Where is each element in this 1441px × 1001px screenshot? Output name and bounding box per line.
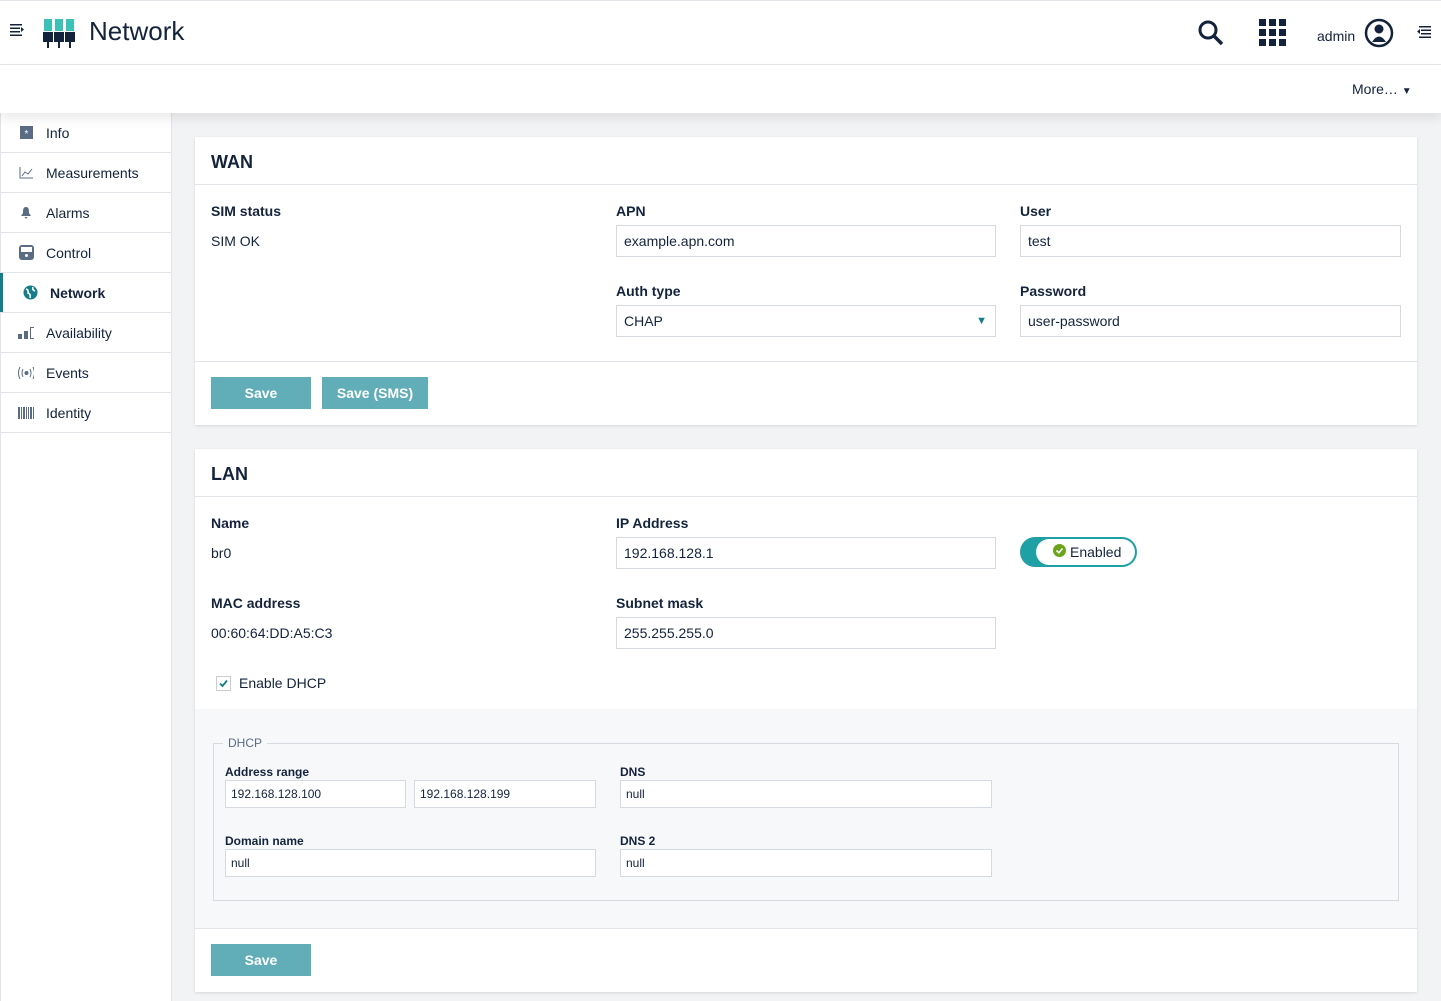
user-avatar-icon[interactable] (1364, 18, 1394, 51)
wan-card: WAN SIM status SIM OK APN example.apn.co… (195, 137, 1417, 425)
search-icon[interactable] (1197, 19, 1225, 50)
dhcp-fieldset (213, 743, 1399, 901)
enabled-label: Enabled (1070, 544, 1122, 560)
dns-label: DNS (620, 765, 646, 779)
sim-status-label: SIM status (211, 203, 282, 219)
right-drawer-icon[interactable] (1417, 25, 1431, 42)
sidebar-item-label: Availability (46, 324, 112, 341)
menu-toggle-icon[interactable] (10, 23, 24, 37)
page-title: Network (89, 16, 185, 46)
sidebar-item-events[interactable]: Events (1, 353, 171, 393)
apn-label: APN (616, 203, 646, 219)
lan-title: LAN (211, 464, 248, 484)
control-icon (18, 245, 34, 260)
divider (195, 184, 1417, 185)
user-input[interactable]: test (1020, 225, 1401, 257)
check-circle-icon (1053, 544, 1066, 560)
broadcast-icon (18, 366, 34, 379)
subnet-mask-label: Subnet mask (616, 595, 704, 611)
save-sms-button[interactable]: Save (SMS) (322, 377, 428, 409)
checkmark-icon (219, 679, 228, 688)
lan-save-button[interactable]: Save (211, 944, 311, 976)
sidebar-item-label: Identity (46, 404, 92, 421)
barcode-icon (18, 406, 34, 419)
password-label: Password (1020, 283, 1087, 299)
sidebar-item-label: Events (46, 364, 89, 381)
globe-icon (22, 285, 38, 300)
ip-address-input[interactable]: 192.168.128.1 (616, 537, 996, 569)
mac-address-label: MAC address (211, 595, 301, 611)
name-label: Name (211, 515, 250, 531)
caret-down-icon: ▼ (1401, 86, 1412, 97)
sidebar-item-control[interactable]: Control (1, 233, 171, 273)
more-label: More… (1352, 81, 1398, 97)
sidebar-item-availability[interactable]: Availability (1, 313, 171, 353)
dns2-label: DNS 2 (620, 834, 656, 848)
info-icon: * (18, 126, 34, 139)
divider (195, 496, 1417, 497)
lan-card: LAN Name br0 IP Address 192.168.128.1 En… (195, 449, 1417, 992)
enable-dhcp-checkbox[interactable] (216, 676, 231, 691)
sidebar-item-label: Alarms (46, 204, 90, 221)
sidebar-item-label: Control (46, 244, 92, 261)
auth-type-select[interactable]: CHAP ▼ (616, 305, 996, 337)
divider (195, 361, 1417, 362)
mac-address-value: 00:60:64:DD:A5:C3 (211, 625, 333, 641)
apn-input[interactable]: example.apn.com (616, 225, 996, 257)
name-value: br0 (211, 545, 232, 561)
top-bar: Network admin (0, 0, 1441, 65)
dhcp-section: DHCP Address range 192.168.128.100 192.1… (195, 709, 1417, 928)
network-logo-icon (42, 17, 76, 52)
wan-title: WAN (211, 152, 253, 172)
app-grid-icon[interactable] (1259, 19, 1286, 49)
user-name[interactable]: admin (1317, 28, 1355, 44)
sidebar-item-measurements[interactable]: Measurements (1, 153, 171, 193)
toggle-knob: Enabled (1036, 539, 1135, 565)
chart-icon (18, 166, 34, 179)
sim-status-value: SIM OK (211, 233, 261, 249)
domain-name-label: Domain name (225, 834, 304, 848)
sidebar-item-info[interactable]: * Info (1, 113, 171, 153)
caret-down-icon: ▼ (976, 315, 987, 327)
sidebar-item-identity[interactable]: Identity (1, 393, 171, 433)
dhcp-legend: DHCP (223, 736, 268, 750)
sidebar-item-label: Measurements (46, 164, 139, 181)
sidebar: * Info Measurements Alarms Control Network Ava… (0, 113, 172, 1001)
sidebar-item-label: Network (50, 284, 106, 301)
svg-text:*: * (24, 129, 28, 139)
user-label: User (1020, 203, 1052, 219)
more-dropdown[interactable]: More… ▼ (1352, 81, 1412, 97)
dns-input[interactable]: null (620, 780, 992, 808)
enabled-toggle[interactable]: Enabled (1020, 537, 1137, 567)
auth-type-label: Auth type (616, 283, 681, 299)
bell-icon (18, 206, 34, 219)
ip-address-label: IP Address (616, 515, 689, 531)
divider (195, 928, 1417, 929)
range-start-input[interactable]: 192.168.128.100 (225, 780, 406, 808)
range-end-input[interactable]: 192.168.128.199 (414, 780, 596, 808)
sidebar-item-alarms[interactable]: Alarms (1, 193, 171, 233)
dns2-input[interactable]: null (620, 849, 992, 877)
save-button[interactable]: Save (211, 377, 311, 409)
password-input[interactable]: user-password (1020, 305, 1401, 337)
signal-bars-icon (18, 326, 34, 339)
action-bar: More… ▼ (0, 65, 1441, 113)
sidebar-item-network[interactable]: Network (0, 273, 171, 313)
domain-name-input[interactable]: null (225, 849, 596, 877)
auth-type-value: CHAP (624, 313, 663, 329)
sidebar-item-label: Info (46, 124, 70, 141)
address-range-label: Address range (225, 765, 310, 779)
subnet-mask-input[interactable]: 255.255.255.0 (616, 617, 996, 649)
enable-dhcp-label: Enable DHCP (239, 675, 327, 691)
